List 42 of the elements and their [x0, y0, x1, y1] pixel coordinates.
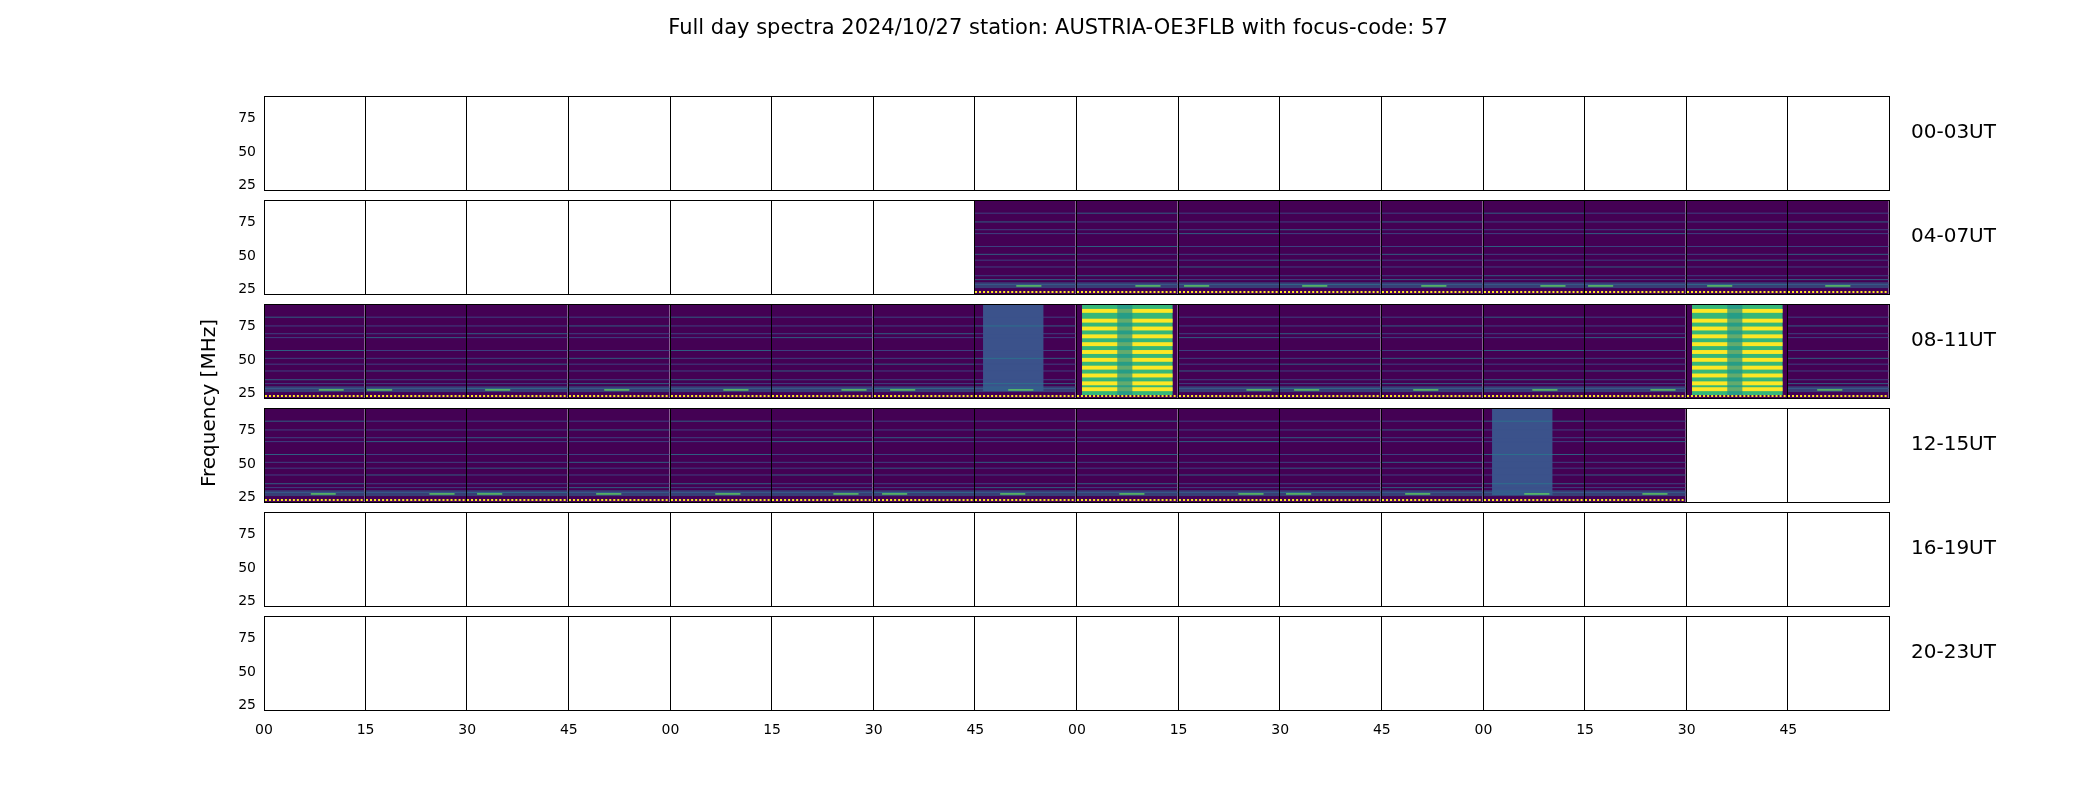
row-time-label: 00-03UT — [1911, 119, 1996, 143]
y-tick-label: 25 — [238, 281, 256, 296]
x-tick-label: 15 — [1576, 722, 1595, 736]
row-time-label: 12-15UT — [1911, 431, 1996, 455]
y-tick-label: 25 — [238, 489, 256, 504]
x-tick-label: 00 — [1474, 722, 1493, 736]
y-tick-label: 50 — [238, 663, 256, 678]
x-tick-label: 45 — [1372, 722, 1391, 736]
x-tick-label: 30 — [1271, 722, 1290, 736]
x-tick-label: 15 — [763, 722, 782, 736]
y-axis-label: Frequency [MHz] — [198, 319, 218, 488]
y-tick-label: 25 — [238, 385, 256, 400]
y-tick-label: 50 — [238, 455, 256, 470]
x-tick-label: 45 — [966, 722, 985, 736]
x-tick-label: 15 — [356, 722, 375, 736]
y-tick-label: 25 — [238, 177, 256, 192]
y-tick-label: 25 — [238, 697, 256, 712]
y-tick-label: 75 — [238, 630, 256, 645]
x-tick-label: 00 — [661, 722, 680, 736]
y-tick-label: 50 — [238, 247, 256, 262]
y-tick-label: 75 — [238, 526, 256, 541]
y-tick-label: 25 — [238, 593, 256, 608]
y-tick-label: 75 — [238, 110, 256, 125]
row-time-label: 16-19UT — [1911, 535, 1996, 559]
y-tick-label: 50 — [238, 351, 256, 366]
y-tick-label: 75 — [238, 422, 256, 437]
x-tick-label: 45 — [1779, 722, 1798, 736]
x-tick-label: 00 — [1068, 722, 1086, 736]
x-tick-label: 30 — [458, 722, 477, 736]
x-tick-label: 00 — [255, 722, 273, 736]
x-tick-label: 30 — [864, 722, 883, 736]
y-tick-label: 50 — [238, 559, 256, 574]
y-tick-label: 75 — [238, 318, 256, 333]
y-tick-label: 50 — [238, 143, 256, 158]
y-tick-label: 75 — [238, 214, 256, 229]
x-tick-label: 45 — [559, 722, 578, 736]
figure-title: Full day spectra 2024/10/27 station: AUSTRIA-OE3FLB with focus-code: 57 — [668, 14, 1448, 41]
x-tick-label: 30 — [1677, 722, 1696, 736]
x-tick-label: 15 — [1169, 722, 1188, 736]
row-time-label: 20-23UT — [1911, 639, 1996, 663]
row-time-label: 08-11UT — [1911, 327, 1996, 351]
row-time-label: 04-07UT — [1911, 223, 1996, 247]
